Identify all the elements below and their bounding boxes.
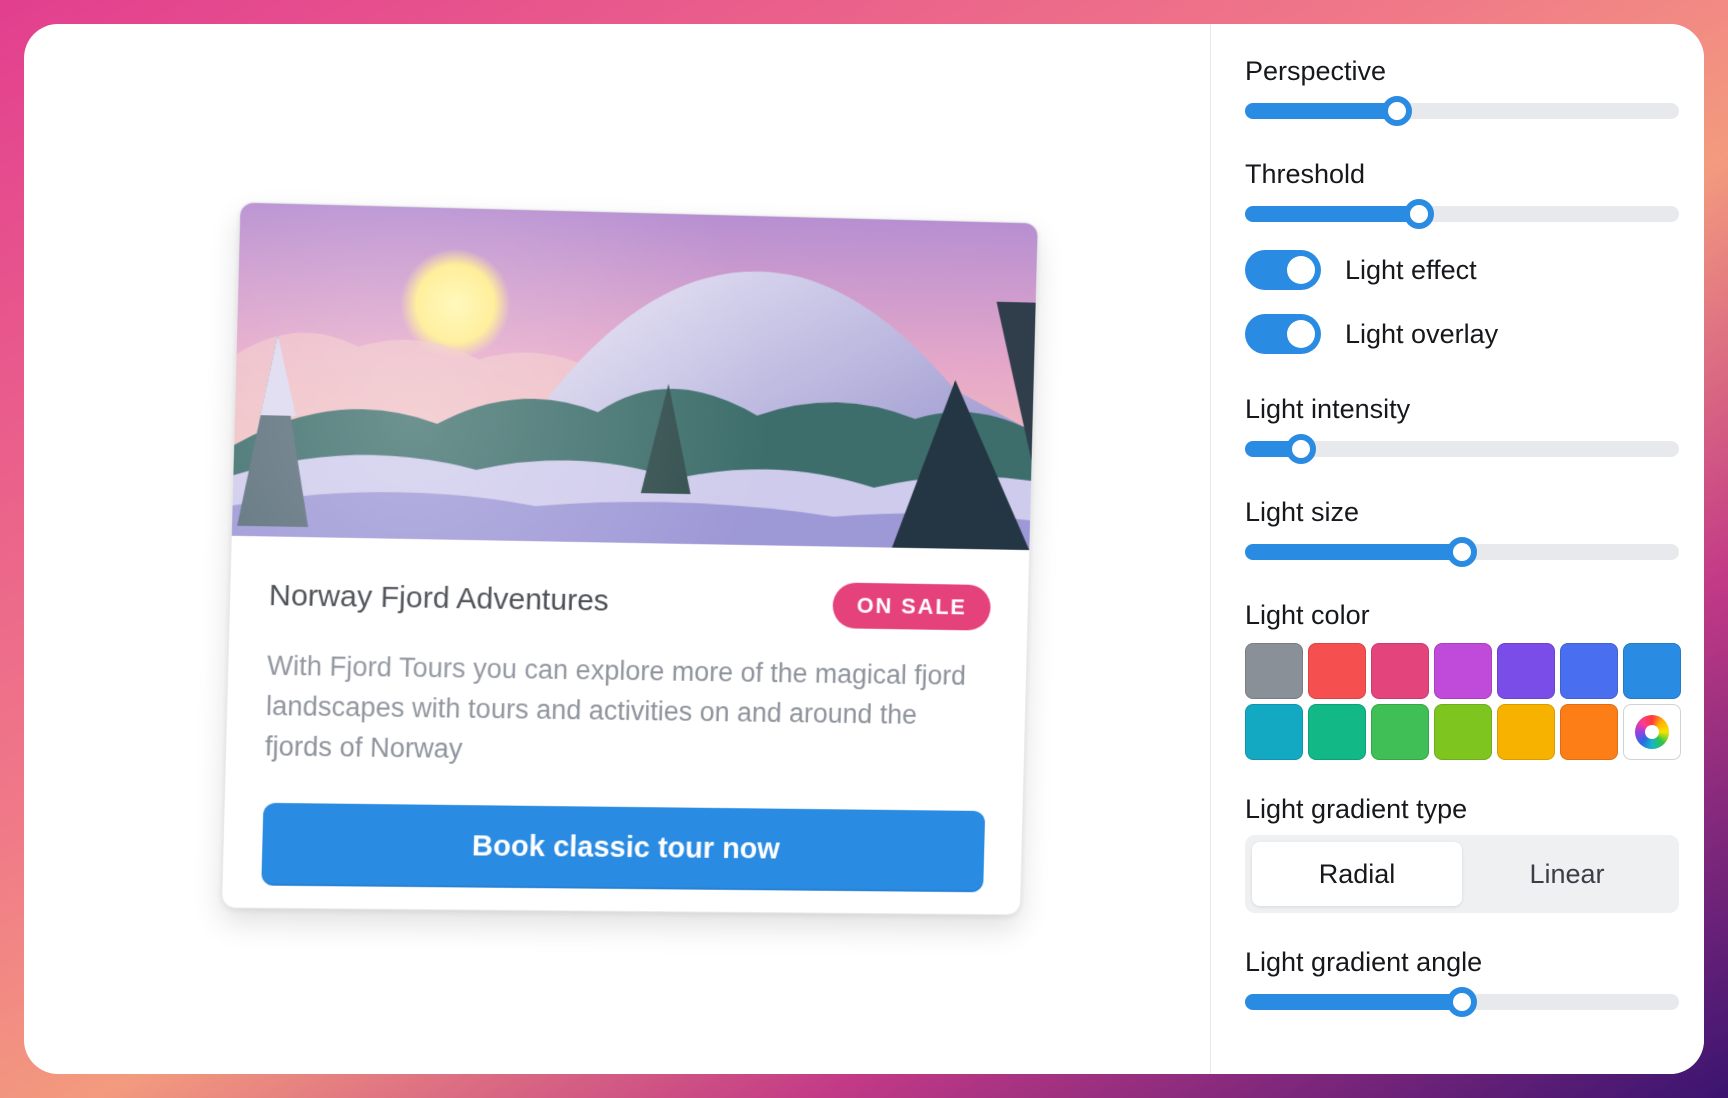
light-overlay-label: Light overlay (1345, 318, 1499, 349)
color-swatch[interactable] (1308, 643, 1366, 699)
light-color-label: Light color (1245, 600, 1370, 630)
color-swatch[interactable] (1623, 643, 1681, 699)
color-swatch[interactable] (1497, 704, 1555, 760)
light-intensity-label: Light intensity (1245, 394, 1411, 424)
color-wheel-icon (1635, 715, 1669, 749)
color-swatch[interactable] (1560, 704, 1618, 760)
color-swatch[interactable] (1371, 704, 1429, 760)
gradient-type-label: Light gradient type (1245, 794, 1468, 824)
tour-card[interactable]: Norway Fjord Adventures ON SALE With Fjo… (220, 201, 1039, 916)
gradient-type-control: Light gradient type Radial Linear (1245, 794, 1679, 913)
slider-fill (1245, 103, 1397, 119)
toggle-knob (1287, 256, 1315, 284)
slider-thumb[interactable] (1403, 199, 1434, 229)
perspective-control: Perspective (1245, 56, 1679, 126)
threshold-slider[interactable] (1245, 199, 1679, 229)
slider-thumb[interactable] (1381, 96, 1412, 126)
color-swatch[interactable] (1560, 643, 1618, 699)
toggle-knob (1287, 320, 1315, 348)
gradient-angle-label: Light gradient angle (1245, 947, 1483, 977)
color-swatches (1245, 643, 1681, 760)
threshold-control: Threshold (1245, 159, 1679, 229)
fjord-illustration (231, 202, 1038, 551)
light-size-slider[interactable] (1245, 537, 1679, 567)
light-intensity-slider[interactable] (1245, 434, 1679, 464)
gradient-type-segmented: Radial Linear (1245, 835, 1679, 913)
segment-radial[interactable]: Radial (1252, 842, 1462, 906)
light-intensity-control: Light intensity (1245, 394, 1679, 464)
slider-thumb[interactable] (1447, 987, 1477, 1017)
preview-area: Norway Fjord Adventures ON SALE With Fjo… (24, 24, 1210, 1074)
light-overlay-row: Light overlay (1245, 314, 1678, 354)
slider-fill (1245, 206, 1419, 222)
gradient-angle-slider[interactable] (1245, 987, 1679, 1017)
light-size-control: Light size (1245, 497, 1679, 567)
perspective-label: Perspective (1245, 56, 1387, 86)
app-window: Norway Fjord Adventures ON SALE With Fjo… (24, 24, 1704, 1074)
book-tour-button[interactable]: Book classic tour now (261, 802, 986, 893)
color-swatch[interactable] (1434, 643, 1492, 699)
settings-panel: Perspective Threshold Light effect Light… (1210, 24, 1704, 1074)
segment-linear[interactable]: Linear (1462, 842, 1672, 906)
custom-color-picker[interactable] (1623, 704, 1681, 760)
light-overlay-toggle[interactable] (1245, 314, 1321, 354)
light-color-control: Light color (1245, 600, 1681, 760)
card-title: Norway Fjord Adventures (268, 578, 610, 618)
slider-fill (1245, 994, 1462, 1010)
color-swatch[interactable] (1308, 704, 1366, 760)
gradient-angle-control: Light gradient angle (1245, 947, 1679, 1017)
light-effect-row: Light effect (1245, 250, 1678, 290)
color-swatch[interactable] (1245, 643, 1303, 699)
card-description: With Fjord Tours you can explore more of… (264, 650, 967, 764)
light-effect-toggle[interactable] (1245, 250, 1321, 290)
slider-thumb[interactable] (1286, 434, 1317, 464)
perspective-slider[interactable] (1245, 96, 1679, 126)
color-swatch[interactable] (1434, 704, 1492, 760)
slider-fill (1245, 544, 1462, 560)
threshold-label: Threshold (1245, 159, 1366, 189)
light-size-label: Light size (1245, 497, 1360, 527)
color-swatch[interactable] (1371, 643, 1429, 699)
color-swatch[interactable] (1497, 643, 1555, 699)
light-effect-label: Light effect (1345, 254, 1477, 285)
color-swatch[interactable] (1245, 704, 1303, 760)
slider-thumb[interactable] (1447, 537, 1477, 567)
sale-badge: ON SALE (832, 582, 992, 631)
card-3d-wrapper: Norway Fjord Adventures ON SALE With Fjo… (220, 201, 1039, 916)
